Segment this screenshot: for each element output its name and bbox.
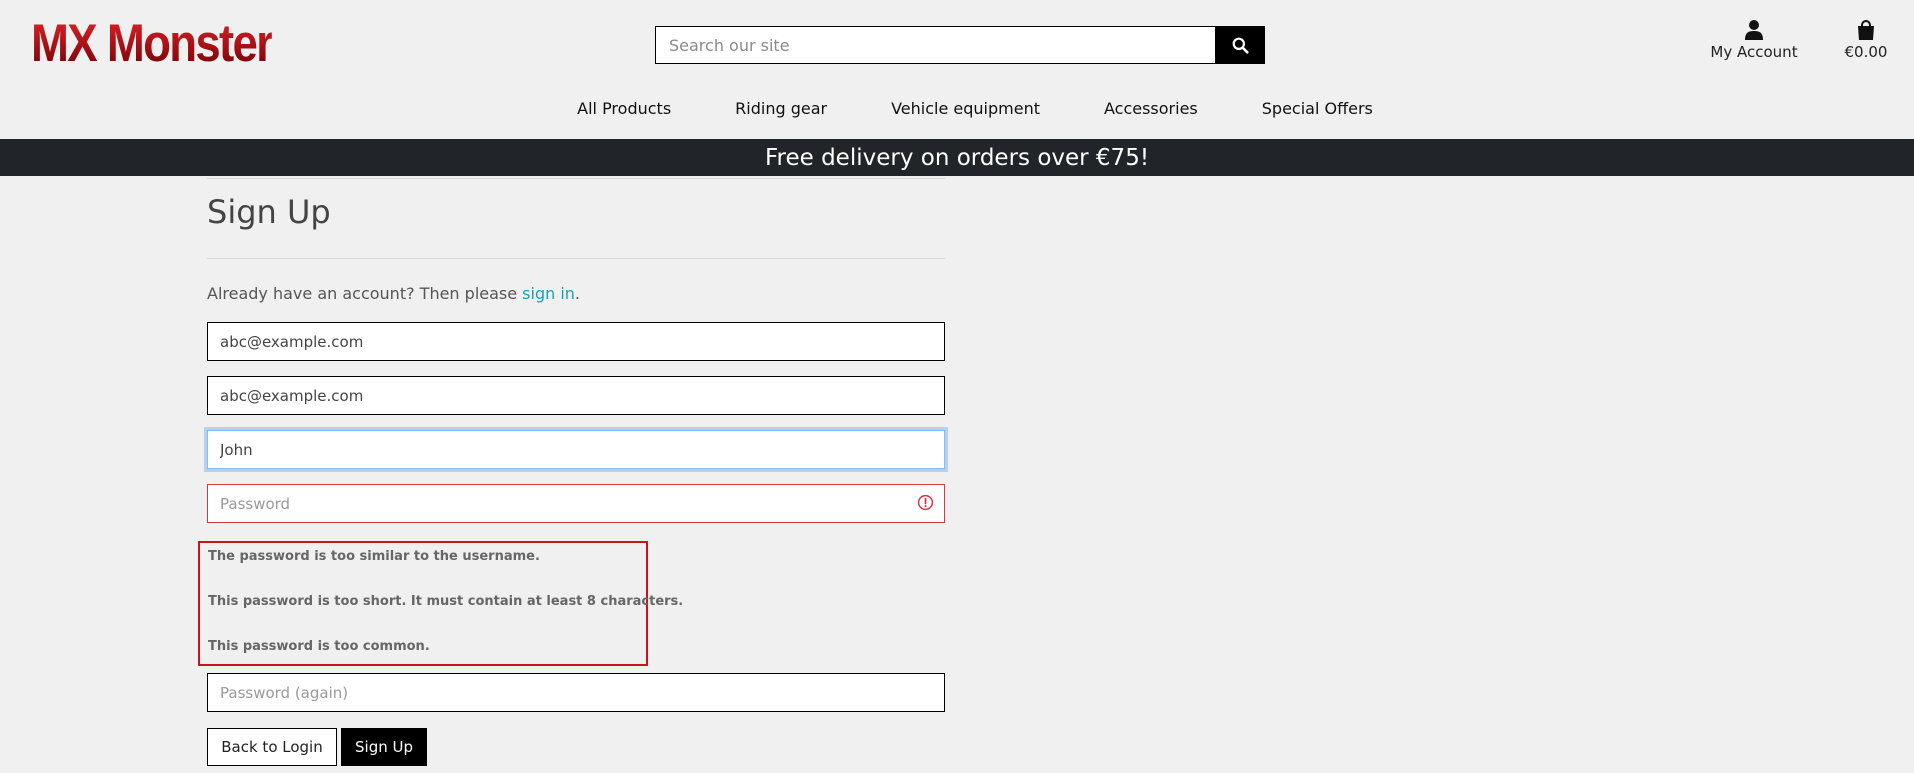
shopping-bag-icon [1858, 20, 1874, 40]
signin-link[interactable]: sign in [522, 284, 575, 303]
user-icon [1745, 20, 1763, 40]
search-button[interactable] [1215, 26, 1265, 64]
email-field[interactable] [207, 322, 945, 361]
nav-item-riding-gear[interactable]: Riding gear [735, 99, 827, 118]
divider-top [207, 178, 945, 179]
password-error-similar: The password is too similar to the usern… [208, 549, 540, 564]
page-title: Sign Up [207, 193, 331, 231]
search-form [655, 26, 1265, 64]
main-nav: All Products Riding gear Vehicle equipme… [0, 99, 1914, 118]
username-field[interactable] [207, 430, 945, 469]
delivery-banner-text: Free delivery on orders over €75! [764, 144, 1150, 171]
password-error-common: This password is too common. [208, 639, 430, 654]
cart-total: €0.00 [1844, 43, 1888, 61]
password-again-field[interactable] [207, 673, 945, 712]
password-field[interactable] [207, 484, 945, 523]
delivery-banner: Free delivery on orders over €75! [0, 139, 1914, 176]
signin-prompt: Already have an account? Then please sig… [207, 284, 580, 303]
cart-link[interactable]: €0.00 [1836, 20, 1896, 61]
back-to-login-button[interactable]: Back to Login [207, 728, 337, 766]
password-errors: The password is too similar to the usern… [198, 541, 683, 666]
email-confirm-field[interactable] [207, 376, 945, 415]
my-account-link[interactable]: My Account [1700, 20, 1808, 61]
search-icon [1232, 37, 1249, 54]
nav-item-accessories[interactable]: Accessories [1104, 99, 1198, 118]
signin-prompt-period: . [574, 284, 581, 303]
sign-up-button[interactable]: Sign Up [341, 728, 427, 766]
site-logo[interactable]: MX Monster [31, 14, 274, 74]
nav-item-all-products[interactable]: All Products [577, 99, 671, 118]
nav-item-special-offers[interactable]: Special Offers [1262, 99, 1373, 118]
signin-prompt-text: Already have an account? Then please [207, 284, 523, 303]
nav-item-vehicle-equipment[interactable]: Vehicle equipment [891, 99, 1040, 118]
password-error-short: This password is too short. It must cont… [208, 594, 684, 609]
error-icon [917, 494, 934, 511]
divider-title [207, 258, 945, 259]
my-account-label: My Account [1710, 43, 1798, 61]
search-input[interactable] [655, 26, 1215, 64]
